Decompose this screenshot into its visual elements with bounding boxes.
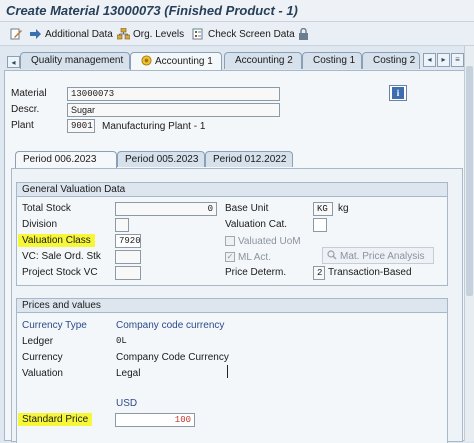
plant-name: Manufacturing Plant - 1 xyxy=(102,121,206,132)
general-valuation-group: General Valuation Data Total Stock 0 Bas… xyxy=(16,182,448,286)
project-stock-vc-label: Project Stock VC xyxy=(22,267,98,278)
scrollbar-thumb[interactable] xyxy=(466,66,473,296)
info-icon: i xyxy=(392,87,404,99)
check-screen-data-button[interactable]: Check Screen Data xyxy=(192,26,295,42)
period-panel: General Valuation Data Total Stock 0 Bas… xyxy=(11,168,463,443)
base-unit-field[interactable]: KG xyxy=(313,202,333,216)
project-stock-vc-field[interactable] xyxy=(115,266,141,280)
valuation-cat-label: Valuation Cat. xyxy=(225,219,288,230)
currency-label: Currency xyxy=(22,352,63,363)
price-determ-text: Transaction-Based xyxy=(328,267,412,278)
tab-costing-2[interactable]: Costing 2 xyxy=(362,52,420,69)
standard-price-field[interactable]: 100 xyxy=(115,413,195,427)
org-structure-icon xyxy=(117,28,130,40)
tab-quality-management[interactable]: Quality management xyxy=(20,52,130,69)
tab-scroll-left[interactable]: ◂ xyxy=(7,56,20,68)
org-levels-label: Org. Levels xyxy=(133,28,185,40)
valuation-class-field[interactable]: 7920 xyxy=(115,234,141,248)
division-label: Division xyxy=(22,219,58,230)
mat-price-analysis-label: Mat. Price Analysis xyxy=(340,251,425,262)
price-determ-field[interactable]: 2 xyxy=(313,266,325,280)
additional-data-button[interactable]: Additional Data xyxy=(29,26,113,42)
ledger-label: Ledger xyxy=(22,336,54,347)
analysis-icon xyxy=(327,250,337,260)
vertical-scrollbar[interactable] xyxy=(464,46,474,441)
valuation-class-label: Valuation Class xyxy=(18,234,95,247)
price-determ-label: Price Determ. xyxy=(225,267,287,278)
prices-values-title: Prices and values xyxy=(17,299,447,313)
plant-field[interactable]: 9001 xyxy=(67,119,95,133)
tab-period-005-2023[interactable]: Period 005.2023 xyxy=(117,151,205,167)
tab-period-006-2023[interactable]: Period 006.2023 xyxy=(15,151,117,168)
material-label: Material xyxy=(11,88,47,99)
tab-accounting-2[interactable]: Accounting 2 xyxy=(224,52,302,69)
valuation-value: Legal xyxy=(116,368,141,379)
accounting-icon xyxy=(141,55,152,66)
text-cursor xyxy=(227,365,228,378)
main-tabstrip: ◂ Quality management Accounting 1 Accoun… xyxy=(0,52,474,70)
base-unit-label: Base Unit xyxy=(225,203,269,214)
tab-period-012-2022[interactable]: Period 012.2022 xyxy=(205,151,293,167)
ml-act-checkbox[interactable]: ✓ xyxy=(225,252,235,262)
display-change-button[interactable] xyxy=(10,26,26,42)
total-stock-label: Total Stock xyxy=(22,203,71,214)
vc-sale-ord-stk-label: VC: Sale Ord. Stk xyxy=(22,251,101,262)
tab-panel: Material 13000073 Descr. Sugar Plant 900… xyxy=(4,70,466,443)
ml-act-label: ML Act. xyxy=(238,252,271,263)
tab-accounting-1[interactable]: Accounting 1 xyxy=(130,52,222,70)
division-field[interactable] xyxy=(115,218,129,232)
check-screen-data-label: Check Screen Data xyxy=(208,28,295,40)
tab-list-button[interactable]: ≡ xyxy=(451,53,464,67)
check-screen-icon xyxy=(192,28,205,40)
general-valuation-title: General Valuation Data xyxy=(17,183,447,197)
org-levels-button[interactable]: Org. Levels xyxy=(117,26,184,42)
standard-price-label: Standard Price xyxy=(18,413,93,426)
tab-costing-1[interactable]: Costing 1 xyxy=(302,52,362,69)
descr-label: Descr. xyxy=(11,104,40,115)
currency-type-value: Company code currency xyxy=(116,320,225,331)
valuation-label: Valuation xyxy=(22,368,63,379)
plant-label: Plant xyxy=(11,120,34,131)
valuation-cat-field[interactable] xyxy=(313,218,327,232)
period-tabstrip: Period 006.2023 Period 005.2023 Period 0… xyxy=(15,151,455,169)
ledger-value: 0L xyxy=(116,336,127,346)
additional-data-label: Additional Data xyxy=(45,28,113,40)
tab-next-button[interactable]: ▸ xyxy=(437,53,450,67)
tab-first-button[interactable]: ◂ xyxy=(423,53,436,67)
valuated-uom-label: Valuated UoM xyxy=(238,236,301,247)
lock-icon xyxy=(297,28,310,40)
material-field[interactable]: 13000073 xyxy=(67,87,280,101)
prices-values-group: Prices and values Currency Type Company … xyxy=(16,298,448,443)
arrow-right-icon xyxy=(29,28,42,40)
total-stock-field[interactable]: 0 xyxy=(115,202,217,216)
valuated-uom-checkbox[interactable] xyxy=(225,236,235,246)
currency-type-label: Currency Type xyxy=(22,320,87,331)
window-title: Create Material 13000073 (Finished Produ… xyxy=(0,0,474,22)
application-toolbar: Additional Data Org. Levels Check Screen… xyxy=(0,22,474,46)
descr-field[interactable]: Sugar xyxy=(67,103,280,117)
currency-code-value: USD xyxy=(116,398,138,409)
info-button[interactable]: i xyxy=(389,85,407,101)
tab-accounting-1-label: Accounting 1 xyxy=(155,56,213,67)
display-change-icon xyxy=(10,28,23,40)
vc-sale-ord-stk-field[interactable] xyxy=(115,250,141,264)
lock-button[interactable] xyxy=(297,26,313,42)
base-unit-text: kg xyxy=(338,203,349,214)
currency-value: Company Code Currency xyxy=(116,352,229,363)
mat-price-analysis-button[interactable]: Mat. Price Analysis xyxy=(322,247,434,264)
